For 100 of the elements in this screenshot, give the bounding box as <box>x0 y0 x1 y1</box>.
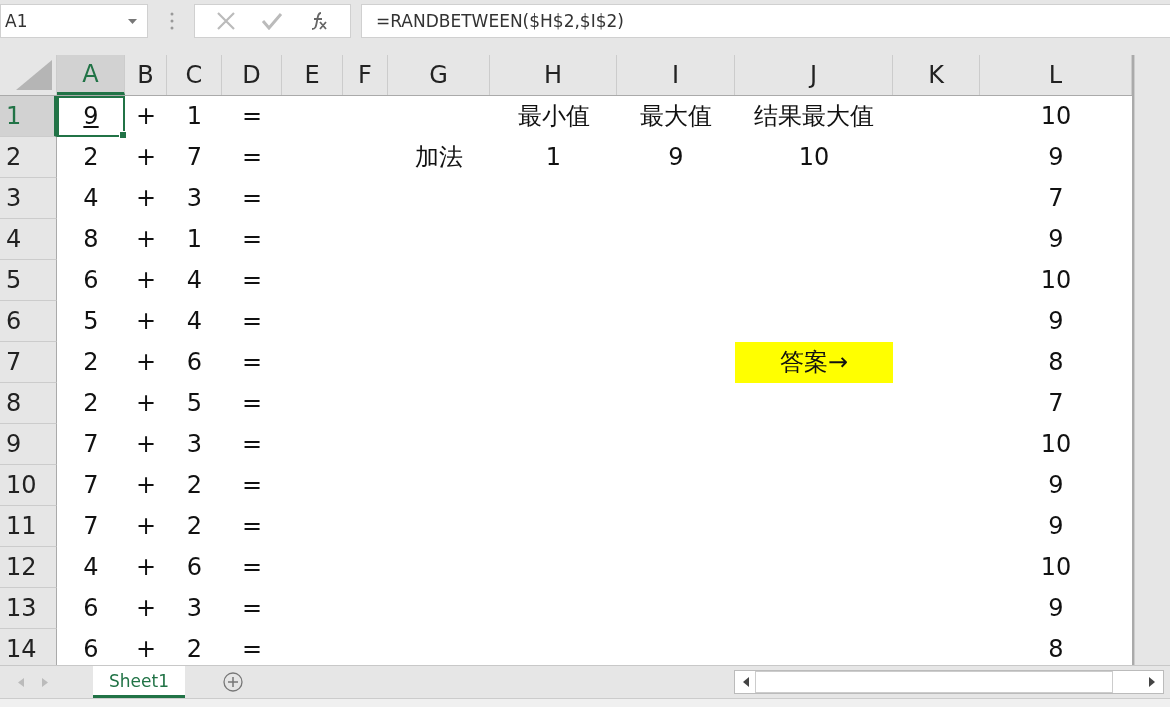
scroll-right-icon[interactable] <box>1149 677 1155 687</box>
horizontal-scrollbar[interactable] <box>734 670 1164 694</box>
table-cell: 9 <box>1048 307 1064 336</box>
row-header[interactable]: 10 <box>0 465 57 506</box>
table-cell: 答案→ <box>735 342 893 383</box>
table-cell: = <box>241 594 263 623</box>
drag-handle-icon[interactable] <box>170 12 174 30</box>
column-header[interactable]: C <box>167 55 222 95</box>
table-cell: + <box>135 389 157 418</box>
table-cell: + <box>135 184 157 213</box>
column-header[interactable]: A <box>57 55 125 95</box>
table-cell: 8 <box>1048 348 1064 377</box>
column-header[interactable]: J <box>735 55 893 95</box>
column-header[interactable]: H <box>490 55 617 95</box>
row-header[interactable]: 14 <box>0 629 57 665</box>
table-cell: 1 <box>186 102 203 131</box>
column-header[interactable]: I <box>617 55 735 95</box>
table-cell: 7 <box>1048 389 1064 418</box>
table-cell: + <box>135 471 157 500</box>
table-cell: 6 <box>186 348 203 377</box>
table-cell: = <box>241 430 263 459</box>
table-cell: 4 <box>186 266 203 295</box>
table-cell: 4 <box>83 553 99 582</box>
table-cell: + <box>135 635 157 664</box>
table-cell: 2 <box>83 348 99 377</box>
column-header[interactable]: B <box>125 55 167 95</box>
table-cell: 最大值 <box>640 102 712 131</box>
table-cell: 6 <box>83 635 99 664</box>
row-header[interactable]: 5 <box>0 260 57 301</box>
previous-sheet-icon[interactable] <box>18 677 24 687</box>
table-cell: 2 <box>186 512 203 541</box>
table-cell: 9 <box>83 102 99 131</box>
table-cell: 8 <box>1048 635 1064 664</box>
table-cell: = <box>241 184 263 213</box>
table-cell: + <box>135 553 157 582</box>
name-box[interactable]: A1 <box>0 4 148 38</box>
table-cell: + <box>135 348 157 377</box>
column-header[interactable]: G <box>388 55 490 95</box>
row-header[interactable]: 4 <box>0 219 57 260</box>
row-header[interactable]: 6 <box>0 301 57 342</box>
table-cell: = <box>241 512 263 541</box>
table-cell: 7 <box>83 430 99 459</box>
table-cell: = <box>241 266 263 295</box>
table-cell: 8 <box>83 225 99 254</box>
row-header[interactable]: 3 <box>0 178 57 219</box>
table-cell: 9 <box>1048 471 1064 500</box>
column-header[interactable]: L <box>980 55 1132 95</box>
table-cell: 4 <box>186 307 203 336</box>
table-cell: 9 <box>1048 143 1064 172</box>
table-cell: 9 <box>1048 225 1064 254</box>
table-cell: 结果最大值 <box>754 102 874 131</box>
table-cell: 9 <box>1048 512 1064 541</box>
table-cell: 1 <box>545 143 562 172</box>
row-header[interactable]: 1 <box>0 96 57 137</box>
table-cell: = <box>241 307 263 336</box>
row-header[interactable]: 11 <box>0 506 57 547</box>
table-cell: 2 <box>186 635 203 664</box>
table-cell: 3 <box>186 184 203 213</box>
scroll-left-icon[interactable] <box>743 677 749 687</box>
table-cell: 10 <box>1040 553 1072 582</box>
table-cell: = <box>241 143 263 172</box>
table-cell: 2 <box>83 143 99 172</box>
table-cell: 7 <box>1048 184 1064 213</box>
table-cell: 10 <box>1040 102 1072 131</box>
table-cell: 10 <box>1040 430 1072 459</box>
table-cell: = <box>241 471 263 500</box>
caret-icon <box>128 18 137 24</box>
function-icon[interactable] <box>309 11 330 31</box>
table-cell: 9 <box>1048 594 1064 623</box>
formula-field[interactable]: =RANDBETWEEN($H$2,$I$2) <box>361 4 1170 38</box>
table-cell: = <box>241 348 263 377</box>
row-header[interactable]: 2 <box>0 137 57 178</box>
table-cell: 3 <box>186 594 203 623</box>
table-cell: + <box>135 512 157 541</box>
table-cell: + <box>135 143 157 172</box>
fill-handle[interactable] <box>119 131 127 139</box>
table-cell: + <box>135 594 157 623</box>
table-cell: = <box>241 102 263 131</box>
table-cell: 7 <box>186 143 203 172</box>
next-sheet-icon[interactable] <box>42 677 48 687</box>
sheet-tab[interactable]: Sheet1 <box>93 666 185 698</box>
row-header[interactable]: 13 <box>0 588 57 629</box>
column-header[interactable]: E <box>282 55 343 95</box>
table-cell: 2 <box>186 471 203 500</box>
column-header[interactable]: F <box>343 55 388 95</box>
row-header[interactable]: 9 <box>0 424 57 465</box>
table-cell: 6 <box>83 266 99 295</box>
checkmark-icon[interactable] <box>261 12 284 30</box>
table-cell: + <box>135 307 157 336</box>
add-sheet-icon[interactable] <box>223 672 243 692</box>
table-cell: 最小值 <box>517 102 590 131</box>
column-header[interactable]: D <box>222 55 282 95</box>
table-cell: 10 <box>798 143 830 172</box>
row-header[interactable]: 12 <box>0 547 57 588</box>
table-cell: + <box>135 225 157 254</box>
table-cell: 2 <box>83 389 99 418</box>
row-header[interactable]: 8 <box>0 383 57 424</box>
cancel-icon[interactable] <box>215 11 236 31</box>
row-header[interactable]: 7 <box>0 342 57 383</box>
column-header[interactable]: K <box>893 55 980 95</box>
